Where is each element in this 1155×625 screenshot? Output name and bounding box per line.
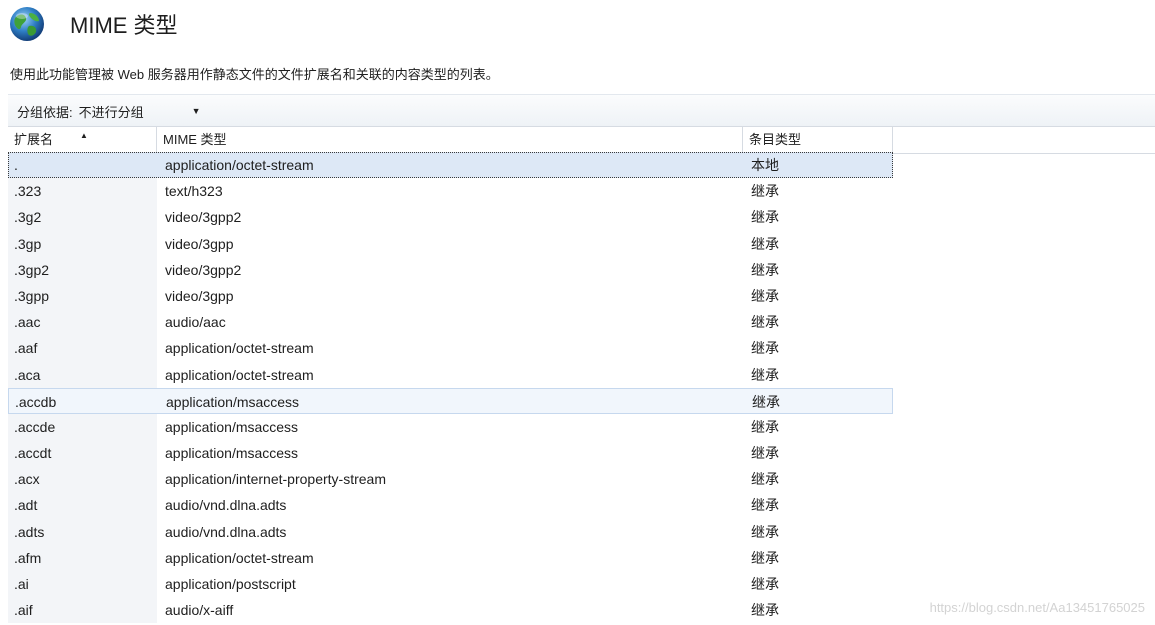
cell-entry-type: 继承 bbox=[751, 261, 779, 278]
cell-extension: .aif bbox=[8, 597, 157, 624]
cell-entry-type: 继承 bbox=[751, 471, 779, 488]
cell-entry-type: 继承 bbox=[751, 523, 779, 540]
cell-mime-type: application/octet-stream bbox=[165, 366, 314, 383]
column-header-entry-type[interactable]: 条目类型 bbox=[743, 127, 893, 153]
cell-entry-type: 继承 bbox=[752, 393, 780, 410]
cell-mime-type: audio/x-aiff bbox=[165, 602, 234, 619]
page-description: 使用此功能管理被 Web 服务器用作静态文件的文件扩展名和关联的内容类型的列表。 bbox=[10, 67, 499, 82]
table-row[interactable]: .accdt application/msaccess 继承 bbox=[8, 440, 893, 467]
cell-entry-type: 继承 bbox=[751, 235, 779, 252]
table-row[interactable]: .afm application/octet-stream 继承 bbox=[8, 544, 893, 571]
cell-mime-type: audio/vnd.dlna.adts bbox=[165, 523, 287, 540]
cell-mime-type: application/internet-property-stream bbox=[165, 471, 386, 488]
cell-entry-type: 继承 bbox=[751, 576, 779, 592]
table-row[interactable]: .accde application/msaccess 继承 bbox=[8, 413, 893, 441]
table-row[interactable]: .3gpp video/3gpp 继承 bbox=[8, 282, 893, 310]
cell-extension: .accde bbox=[8, 413, 157, 441]
cell-mime-type: video/3gpp2 bbox=[165, 261, 242, 278]
grid-header: 扩展名 ▲ MIME 类型 条目类型 bbox=[8, 126, 1155, 154]
cell-mime-type: video/3gpp2 bbox=[165, 209, 242, 226]
cell-mime-type: application/postscript bbox=[165, 576, 296, 592]
table-row[interactable]: .3g2 video/3gpp2 继承 bbox=[8, 204, 893, 231]
page-header: MIME 类型 bbox=[8, 4, 178, 44]
cell-extension: .aaf bbox=[8, 335, 157, 362]
cell-entry-type: 继承 bbox=[751, 314, 779, 331]
globe-icon bbox=[10, 7, 44, 41]
table-row[interactable]: .adt audio/vnd.dlna.adts 继承 bbox=[8, 492, 893, 519]
cell-entry-type: 继承 bbox=[751, 497, 779, 514]
cell-mime-type: application/msaccess bbox=[165, 445, 299, 462]
dropdown-caret-icon: ▼ bbox=[191, 106, 201, 116]
cell-mime-type: application/msaccess bbox=[166, 393, 300, 410]
cell-extension: .adts bbox=[8, 518, 157, 545]
watermark: https://blog.csdn.net/Aa13451765025 bbox=[929, 600, 1145, 615]
cell-extension: . bbox=[14, 157, 18, 173]
cell-extension: .ai bbox=[8, 571, 157, 598]
cell-extension: .aac bbox=[8, 309, 157, 336]
cell-entry-type: 继承 bbox=[751, 287, 779, 304]
cell-entry-type: 继承 bbox=[751, 340, 779, 357]
sort-ascending-icon: ▲ bbox=[80, 131, 88, 140]
grid-body: . application/octet-stream 本地 .323 text/… bbox=[8, 152, 893, 624]
table-row[interactable]: .aaf application/octet-stream 继承 bbox=[8, 335, 893, 362]
cell-extension: .afm bbox=[8, 544, 157, 571]
cell-extension: .acx bbox=[8, 466, 157, 493]
cell-extension: .3g2 bbox=[8, 204, 157, 231]
cell-entry-type: 继承 bbox=[751, 366, 779, 383]
table-row[interactable]: . application/octet-stream 本地 bbox=[8, 152, 893, 179]
column-header-extension[interactable]: 扩展名 ▲ bbox=[8, 127, 157, 153]
table-row[interactable]: .acx application/internet-property-strea… bbox=[8, 466, 893, 493]
cell-entry-type: 本地 bbox=[751, 157, 779, 173]
table-row[interactable]: .3gp2 video/3gpp2 继承 bbox=[8, 256, 893, 283]
group-by-label: 分组依据: bbox=[17, 104, 73, 120]
table-row[interactable]: .3gp video/3gpp 继承 bbox=[8, 230, 893, 257]
cell-mime-type: audio/vnd.dlna.adts bbox=[165, 497, 287, 514]
cell-extension: .accdb bbox=[15, 393, 57, 410]
table-row[interactable]: .aca application/octet-stream 继承 bbox=[8, 361, 893, 388]
table-row[interactable]: .323 text/h323 继承 bbox=[8, 178, 893, 205]
cell-entry-type: 继承 bbox=[751, 209, 779, 226]
cell-mime-type: video/3gpp bbox=[165, 235, 234, 252]
cell-extension: .3gp2 bbox=[8, 256, 157, 283]
cell-mime-type: application/octet-stream bbox=[165, 549, 314, 566]
table-row[interactable]: .adts audio/vnd.dlna.adts 继承 bbox=[8, 518, 893, 545]
table-row[interactable]: .ai application/postscript 继承 bbox=[8, 571, 893, 598]
cell-mime-type: audio/aac bbox=[165, 314, 226, 331]
cell-entry-type: 继承 bbox=[751, 549, 779, 566]
group-by-dropdown[interactable]: 不进行分组 ▼ bbox=[79, 102, 201, 121]
cell-mime-type: application/msaccess bbox=[165, 418, 299, 435]
group-by-toolbar: 分组依据: 不进行分组 ▼ bbox=[8, 94, 1155, 127]
cell-entry-type: 继承 bbox=[751, 445, 779, 462]
table-row[interactable]: .aif audio/x-aiff 继承 bbox=[8, 597, 893, 624]
cell-extension: .3gpp bbox=[8, 282, 157, 310]
cell-mime-type: application/octet-stream bbox=[165, 157, 314, 173]
mime-type-grid: 扩展名 ▲ MIME 类型 条目类型 . application/octet-s… bbox=[8, 126, 1155, 625]
cell-extension: .aca bbox=[8, 361, 157, 388]
cell-extension: .323 bbox=[8, 178, 157, 205]
cell-extension: .adt bbox=[8, 492, 157, 519]
cell-extension: .accdt bbox=[8, 440, 157, 467]
cell-mime-type: text/h323 bbox=[165, 183, 223, 200]
column-header-mime-type[interactable]: MIME 类型 bbox=[157, 127, 743, 153]
cell-extension: .3gp bbox=[8, 230, 157, 257]
cell-mime-type: application/octet-stream bbox=[165, 340, 314, 357]
table-row[interactable]: .aac audio/aac 继承 bbox=[8, 309, 893, 336]
cell-entry-type: 继承 bbox=[751, 183, 779, 200]
cell-entry-type: 继承 bbox=[751, 602, 779, 619]
page-title: MIME 类型 bbox=[70, 13, 178, 38]
table-row[interactable]: .accdb application/msaccess 继承 bbox=[8, 387, 893, 414]
group-by-value: 不进行分组 bbox=[78, 104, 144, 120]
cell-entry-type: 继承 bbox=[751, 418, 779, 435]
cell-mime-type: video/3gpp bbox=[165, 287, 234, 304]
